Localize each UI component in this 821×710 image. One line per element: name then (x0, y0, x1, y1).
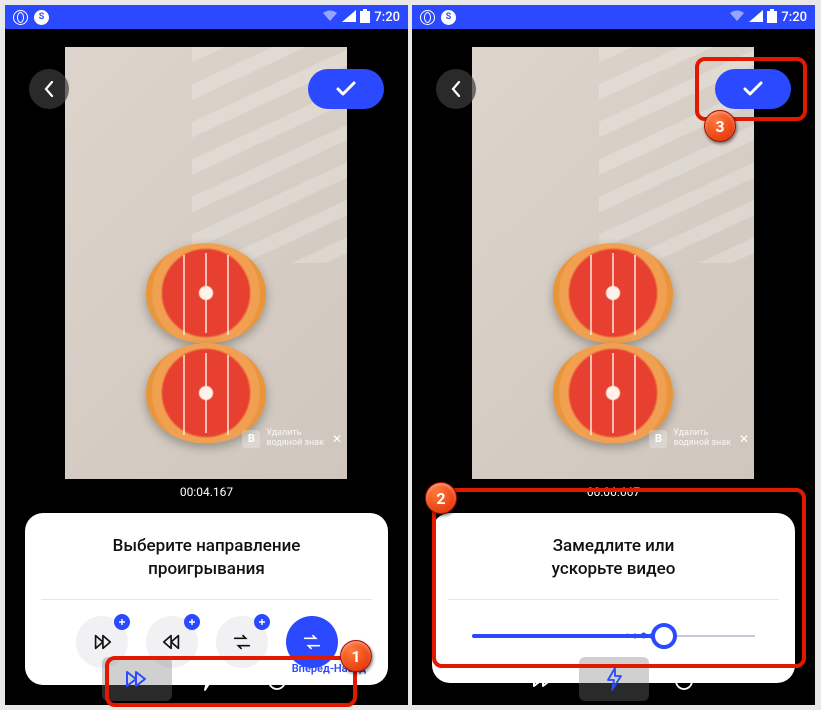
slider-thumb[interactable] (651, 623, 677, 649)
back-button[interactable] (436, 69, 476, 109)
remove-watermark-chip[interactable]: B Удалитьводяной знак ✕ (242, 429, 342, 449)
tab-timer[interactable] (242, 657, 312, 701)
watermark-label: Удалитьводяной знак (673, 429, 731, 449)
opera-icon (13, 10, 28, 25)
watermark-b-icon: B (242, 430, 260, 448)
annotation-1: 1 (340, 640, 372, 672)
signal-icon (342, 10, 356, 25)
back-button[interactable] (29, 69, 69, 109)
phone-left: S 7:20 B Удалитьводян (5, 5, 408, 705)
phone-right: S 7:20 B Удалитьводян (412, 5, 815, 705)
annotation-3: 3 (704, 110, 736, 142)
badge-icon (254, 614, 270, 630)
status-bar: S 7:20 (5, 5, 408, 29)
bottom-tabs (412, 653, 815, 705)
close-icon[interactable]: ✕ (332, 432, 342, 446)
timestamp: 00:04.167 (5, 485, 408, 499)
card-title: Замедлите или ускорьте видео (448, 535, 779, 581)
opera-icon (420, 10, 435, 25)
annotation-2: 2 (425, 482, 457, 514)
badge-icon (114, 614, 130, 630)
shazam-icon: S (34, 10, 49, 25)
tab-direction[interactable] (509, 657, 579, 701)
shazam-icon: S (441, 10, 456, 25)
timestamp: 00:06.667 (412, 485, 815, 499)
clock: 7:20 (374, 10, 400, 25)
wifi-icon (729, 10, 745, 25)
watermark-b-icon: B (649, 430, 667, 448)
battery-icon (360, 9, 370, 26)
speed-slider[interactable] (472, 616, 755, 656)
badge-icon (184, 614, 200, 630)
battery-icon (767, 9, 777, 26)
tab-speed[interactable] (172, 657, 242, 701)
remove-watermark-chip[interactable]: B Удалитьводяной знак ✕ (649, 429, 749, 449)
tab-timer[interactable] (649, 657, 719, 701)
close-icon[interactable]: ✕ (739, 432, 749, 446)
tab-speed[interactable] (579, 657, 649, 701)
wifi-icon (322, 10, 338, 25)
video-preview[interactable] (65, 47, 347, 479)
card-title: Выберите направление проигрывания (41, 535, 372, 581)
confirm-button[interactable] (308, 69, 384, 109)
tab-direction[interactable] (102, 657, 172, 701)
clock: 7:20 (781, 10, 807, 25)
watermark-label: Удалитьводяной знак (266, 429, 324, 449)
confirm-button[interactable] (715, 69, 791, 109)
status-bar: S 7:20 (412, 5, 815, 29)
signal-icon (749, 10, 763, 25)
